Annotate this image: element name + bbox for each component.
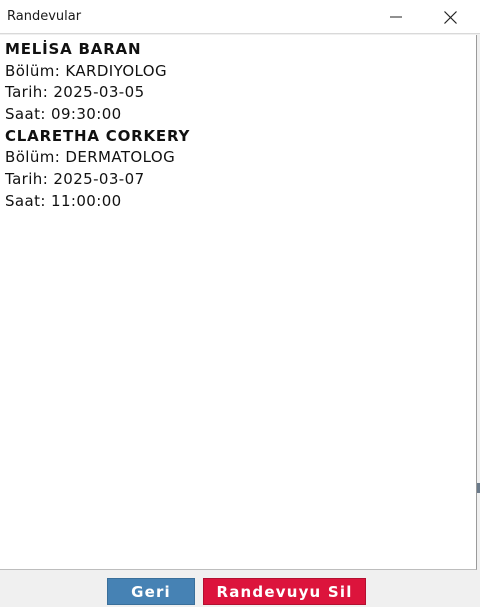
window-title: Randevular xyxy=(7,9,82,24)
patient-name: MELİSA BARAN xyxy=(5,40,142,58)
button-bar: Geri Randevuyu Sil xyxy=(0,571,480,607)
minimize-icon xyxy=(390,11,402,23)
back-button[interactable]: Geri xyxy=(107,578,195,605)
appointments-window: Randevular MELİSA BARAN Bölüm: KARDIYOLO… xyxy=(0,0,480,607)
date-text: Tarih: 2025-03-05 xyxy=(5,83,145,102)
appointment-item[interactable]: MELİSA BARAN Bölüm: KARDIYOLOG Tarih: 20… xyxy=(5,39,476,126)
appointments-panel[interactable]: MELİSA BARAN Bölüm: KARDIYOLOG Tarih: 20… xyxy=(0,35,477,570)
minimize-button[interactable] xyxy=(373,0,419,34)
title-bar: Randevular xyxy=(0,0,480,34)
time-text: Saat: 09:30:00 xyxy=(5,105,122,124)
appointment-list: MELİSA BARAN Bölüm: KARDIYOLOG Tarih: 20… xyxy=(5,39,476,213)
close-icon xyxy=(443,10,457,24)
time-text: Saat: 11:00:00 xyxy=(5,191,122,210)
patient-name: CLARETHA CORKERY xyxy=(5,126,191,145)
close-button[interactable] xyxy=(427,0,473,34)
date-text: Tarih: 2025-03-07 xyxy=(5,170,145,189)
department-text: Bölüm: KARDIYOLOG xyxy=(5,61,168,80)
appointment-item[interactable]: CLARETHA CORKERY Bölüm: DERMATOLOG Tarih… xyxy=(5,126,476,213)
delete-appointment-button[interactable]: Randevuyu Sil xyxy=(203,578,366,605)
department-text: Bölüm: DERMATOLOG xyxy=(5,148,176,167)
